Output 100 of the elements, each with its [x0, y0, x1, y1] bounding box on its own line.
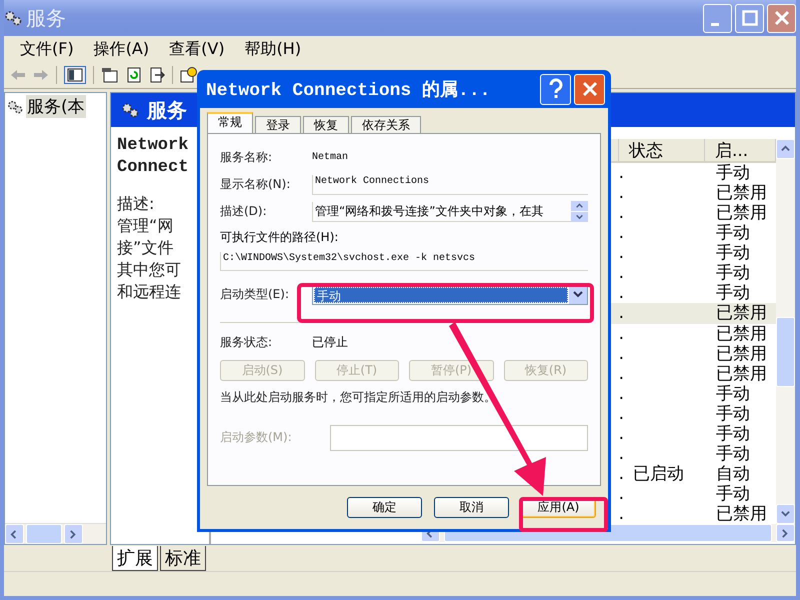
help-icon[interactable]: [180, 67, 198, 83]
menu-item[interactable]: 帮助(H): [234, 38, 312, 60]
table-cell: .: [618, 384, 624, 404]
show-tree-button[interactable]: [64, 66, 86, 84]
close-icon: [774, 10, 790, 26]
vertical-scrollbar[interactable]: [776, 139, 795, 524]
table-cell: .: [618, 424, 624, 444]
dialog-title: Network Connections 的属...: [206, 79, 490, 101]
panel-title: 服务: [147, 96, 187, 124]
description-text: 接”文件: [117, 237, 174, 259]
table-cell: .: [618, 223, 624, 244]
scroll-right-button[interactable]: [776, 524, 795, 542]
table-cell: .: [618, 303, 624, 324]
help-button[interactable]: [540, 74, 571, 104]
dialog-tab[interactable]: 恢复: [303, 116, 349, 133]
refresh-icon[interactable]: [126, 67, 142, 83]
table-cell-text: 已禁用: [715, 303, 768, 324]
chevron-left-icon: [10, 530, 19, 538]
table-cell: .: [618, 203, 624, 224]
description-field[interactable]: 管理“网络和拨号连接”文件夹中对象，在其: [312, 202, 571, 222]
service-name-value: Netman: [312, 152, 348, 163]
startup-type-dropdown[interactable]: 手动: [312, 284, 588, 304]
scroll-right-button[interactable]: [64, 524, 83, 544]
table-cell-text: 手动: [715, 263, 751, 284]
table-cell: .: [618, 364, 624, 384]
scroll-up-button[interactable]: [776, 139, 795, 159]
table-cell: .: [618, 464, 624, 484]
column-header[interactable]: 状态: [619, 139, 705, 161]
table-cell: .: [618, 344, 624, 364]
view-tab[interactable]: 标准: [160, 546, 206, 571]
table-cell: .: [618, 324, 624, 344]
menu-item[interactable]: 文件(F): [10, 38, 84, 60]
description-text: 管理“网: [117, 215, 174, 237]
field-label: 可执行文件的路径(H):: [220, 229, 340, 246]
chevron-right-icon: [69, 530, 78, 538]
scroll-thumb[interactable]: [776, 316, 795, 386]
table-cell-text: 手动: [715, 384, 751, 404]
service-name-text: Network: [117, 135, 190, 157]
gears-icon: [4, 9, 22, 27]
table-cell: .: [618, 504, 624, 524]
menu-item[interactable]: 操作(A): [84, 38, 160, 60]
window-title: 服务: [26, 4, 66, 32]
table-cell-text: 手动: [715, 223, 751, 244]
table-cell: .: [618, 444, 624, 464]
table-cell: .: [618, 183, 624, 204]
table-cell-text: 手动: [715, 163, 751, 184]
field-label: 服务状态:: [220, 334, 274, 351]
close-icon: [582, 81, 598, 97]
export-list-icon[interactable]: [149, 67, 165, 83]
chevron-down-icon: [576, 214, 583, 220]
horizontal-scrollbar[interactable]: [5, 523, 106, 544]
table-cell-text: 手动: [715, 424, 751, 444]
scroll-thumb[interactable]: [26, 524, 62, 544]
table-cell: .: [618, 404, 624, 424]
minimize-icon: [710, 22, 718, 26]
table-cell-text: 已禁用: [715, 203, 768, 224]
table-cell-text: 手动: [715, 283, 751, 304]
view-tab[interactable]: 扩展: [112, 546, 158, 571]
chevron-down-icon: [573, 291, 583, 298]
path-field[interactable]: C:\WINDOWS\System32\svchost.exe -k netsvcs: [220, 252, 588, 271]
dialog-button[interactable]: 确定: [347, 497, 422, 518]
properties-icon[interactable]: [101, 67, 119, 83]
field-label: 显示名称(N):: [220, 176, 292, 193]
tree-item[interactable]: 服务(本: [26, 95, 86, 118]
hint-text: 当从此处启动服务时，您可指定所适用的启动参数。: [220, 389, 497, 406]
gears-icon: [121, 101, 139, 119]
scroll-up-button[interactable]: [571, 201, 588, 211]
dialog-tab[interactable]: 登录: [255, 116, 301, 133]
dialog-button[interactable]: 取消: [434, 497, 509, 518]
table-cell-text: 手动: [715, 484, 751, 504]
close-button[interactable]: [767, 4, 796, 32]
service-status-value: 已停止: [312, 334, 348, 351]
table-cell-text: 已禁用: [715, 364, 768, 384]
table-cell: .: [618, 484, 624, 504]
table-cell-text: 已禁用: [715, 183, 768, 204]
scroll-left-button[interactable]: [5, 524, 24, 544]
table-cell-text: 手动: [715, 404, 751, 424]
dialog-tab[interactable]: 依存关系: [351, 116, 421, 133]
table-cell: 已启动: [633, 464, 684, 484]
close-button[interactable]: [574, 74, 605, 104]
service-name-text: Connect: [117, 157, 190, 179]
scroll-down-button[interactable]: [776, 504, 795, 524]
field-label: 服务名称:: [220, 149, 274, 166]
table-cell-text: 已禁用: [715, 344, 768, 364]
table-cell: .: [618, 283, 624, 304]
chevron-up-icon: [576, 202, 583, 210]
menu-item[interactable]: 查看(V): [159, 38, 235, 60]
table-cell: .: [618, 243, 624, 264]
question-mark-icon: [546, 78, 564, 100]
table-cell-text: 自动: [715, 464, 751, 484]
dialog-tab[interactable]: 常规: [207, 112, 253, 133]
display-name-field[interactable]: Network Connections: [312, 174, 588, 194]
table-cell-text: 已禁用: [715, 504, 768, 524]
table-cell-text: 手动: [715, 444, 751, 464]
field-label: 描述(D):: [220, 203, 268, 220]
description-text: 描述:: [117, 193, 156, 215]
description-text: 其中您可: [117, 259, 182, 281]
table-cell-text: 已禁用: [715, 324, 768, 344]
scroll-down-button[interactable]: [571, 212, 588, 222]
table-cell: .: [618, 263, 624, 284]
